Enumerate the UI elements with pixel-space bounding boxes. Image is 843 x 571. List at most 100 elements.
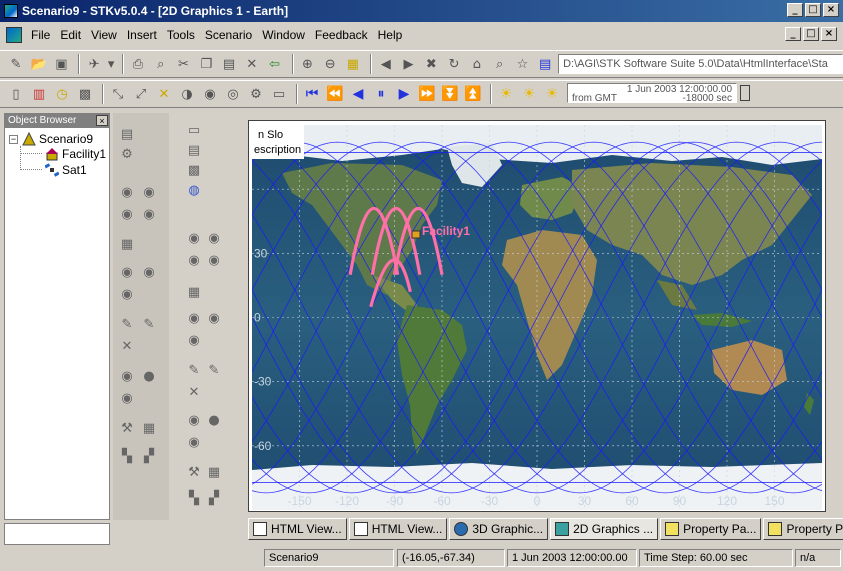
palette-icon[interactable]: ● — [141, 369, 157, 385]
mdi-restore-button[interactable]: □ — [803, 27, 819, 41]
paste-icon[interactable]: ▤ — [219, 54, 239, 74]
cut-icon[interactable]: ✂ — [174, 54, 194, 74]
palette-icon[interactable]: ◉ — [186, 311, 202, 327]
mdi-close-button[interactable]: × — [821, 27, 837, 41]
minimize-button[interactable]: _ — [787, 3, 803, 17]
palette-icon[interactable]: ▤ — [186, 143, 202, 159]
menu-window[interactable]: Window — [257, 28, 310, 42]
palette-icon[interactable]: ◉ — [141, 265, 157, 281]
tab-property-page-2[interactable]: Property Pa... — [763, 518, 843, 540]
tab-html-view-1[interactable]: HTML View... — [248, 518, 347, 540]
delete-icon[interactable]: ✕ — [242, 54, 262, 74]
menu-tools[interactable]: Tools — [162, 28, 200, 42]
new-icon[interactable]: ✎ — [6, 54, 26, 74]
palette-icon[interactable]: ⚒ — [119, 421, 135, 437]
palette-icon[interactable]: ✕ — [186, 385, 202, 401]
slower-icon[interactable]: ⏬ — [440, 84, 460, 104]
palette-icon[interactable]: ▦ — [119, 237, 135, 253]
chain-icon[interactable]: ⤢ — [131, 84, 151, 104]
save-icon[interactable]: ▣ — [52, 54, 72, 74]
earth-map[interactable]: 30 0 -30 -60 -150 -120 -90 -60 -30 0 30 60 90 120 150… — [252, 125, 822, 510]
coverage-icon[interactable]: ✕ — [154, 84, 174, 104]
favorites-icon[interactable]: ☆ — [513, 54, 533, 74]
notes-icon[interactable]: ▦ — [343, 54, 363, 74]
palette-icon[interactable]: ▞ — [206, 491, 222, 507]
globe-icon[interactable]: ◍ — [186, 183, 202, 199]
step-forward-icon[interactable]: ⏩ — [417, 84, 437, 104]
pause-icon[interactable]: ⏸ — [371, 84, 391, 104]
tab-2d-graphics[interactable]: 2D Graphics ... — [550, 518, 659, 540]
xreal-icon[interactable]: ☀ — [519, 84, 539, 104]
back-arrow-icon[interactable]: ⇦ — [265, 54, 285, 74]
palette-icon[interactable]: ◉ — [119, 185, 135, 201]
palette-icon[interactable]: ✎ — [186, 363, 202, 379]
palette-icon[interactable]: ◉ — [186, 413, 202, 429]
animation-time-field[interactable]: 1 Jun 2003 12:00:00.00 from GMT -18000 s… — [567, 83, 737, 103]
menu-edit[interactable]: Edit — [55, 28, 86, 42]
refresh-icon[interactable]: ↻ — [444, 54, 464, 74]
dropdown-arrow-icon[interactable]: ▾ — [107, 54, 115, 74]
tree-item-scenario[interactable]: − Scenario9 — [9, 132, 93, 146]
palette-icon[interactable]: ● — [206, 413, 222, 429]
palette-icon[interactable]: ◉ — [119, 287, 135, 303]
palette-icon[interactable]: ⚒ — [186, 465, 202, 481]
tree-item-facility[interactable]: Facility1 — [45, 147, 106, 161]
object-browser-footer-field[interactable] — [4, 523, 110, 545]
tree-item-satellite[interactable]: Sat1 — [45, 163, 87, 177]
play-reverse-icon[interactable]: ◀ — [348, 84, 368, 104]
palette-icon[interactable]: ▞ — [141, 449, 157, 465]
menu-scenario[interactable]: Scenario — [200, 28, 257, 42]
menu-file[interactable]: File — [26, 28, 55, 42]
vo-icon[interactable]: ◎ — [223, 84, 243, 104]
find-icon[interactable]: ⌕ — [151, 54, 171, 74]
palette-icon[interactable]: ◉ — [206, 231, 222, 247]
palette-icon[interactable]: ✕ — [119, 339, 135, 355]
palette-icon[interactable]: ⚙ — [119, 147, 135, 163]
palette-icon[interactable]: ▩ — [186, 163, 202, 179]
palette-icon[interactable]: ▦ — [206, 465, 222, 481]
stop-icon[interactable]: ✖ — [421, 54, 441, 74]
palette-icon[interactable]: ◉ — [119, 369, 135, 385]
animation-mode-icon[interactable]: ☀ — [542, 84, 562, 104]
zoom-out-icon[interactable]: ⊖ — [320, 54, 340, 74]
menu-insert[interactable]: Insert — [122, 28, 162, 42]
browser-forward-icon[interactable]: ▶ — [399, 54, 419, 74]
palette-icon[interactable]: ▦ — [186, 285, 202, 301]
stk-app-icon[interactable] — [4, 4, 18, 18]
palette-icon[interactable]: ✎ — [206, 363, 222, 379]
palette-icon[interactable]: ✎ — [141, 317, 157, 333]
palette-icon[interactable]: ◉ — [206, 311, 222, 327]
tab-html-view-2[interactable]: HTML View... — [348, 518, 448, 540]
deck-access-icon[interactable]: ◑ — [177, 84, 197, 104]
report-icon[interactable]: ▯ — [6, 84, 26, 104]
tab-3d-graphics[interactable]: 3D Graphic... — [449, 518, 549, 540]
palette-icon[interactable]: ✎ — [119, 317, 135, 333]
sim-icon[interactable]: ⚙ — [246, 84, 266, 104]
palette-icon[interactable]: ◉ — [141, 207, 157, 223]
menu-help[interactable]: Help — [373, 28, 408, 42]
palette-icon[interactable]: ◉ — [186, 435, 202, 451]
palette-icon[interactable]: ◉ — [206, 253, 222, 269]
scenario-time-icon[interactable]: ◷ — [52, 84, 72, 104]
palette-icon[interactable]: ▭ — [186, 123, 202, 139]
palette-icon[interactable]: ◉ — [119, 207, 135, 223]
reset-icon[interactable]: ⏮ — [302, 84, 322, 104]
menu-view[interactable]: View — [86, 28, 122, 42]
palette-icon[interactable]: ◉ — [141, 185, 157, 201]
address-field[interactable]: D:\AGI\STK Software Suite 5.0\Data\HtmlI… — [558, 54, 843, 74]
print-icon[interactable]: ⎙ — [128, 54, 148, 74]
mdi-minimize-button[interactable]: _ — [785, 27, 801, 41]
search-icon[interactable]: ⌕ — [490, 54, 510, 74]
tab-property-page-1[interactable]: Property Pa... — [660, 518, 762, 540]
home-icon[interactable]: ⌂ — [467, 54, 487, 74]
maximize-button[interactable]: □ — [805, 3, 821, 17]
faster-icon[interactable]: ⏫ — [463, 84, 483, 104]
time-slider-thumb[interactable] — [740, 85, 750, 101]
document-icon[interactable] — [6, 27, 22, 43]
palette-icon[interactable]: ▦ — [141, 421, 157, 437]
copy-icon[interactable]: ❐ — [196, 54, 216, 74]
palette-icon[interactable]: ▚ — [186, 491, 202, 507]
collapse-icon[interactable]: − — [9, 134, 18, 144]
menu-feedback[interactable]: Feedback — [310, 28, 373, 42]
realtime-icon[interactable]: ☀ — [496, 84, 516, 104]
